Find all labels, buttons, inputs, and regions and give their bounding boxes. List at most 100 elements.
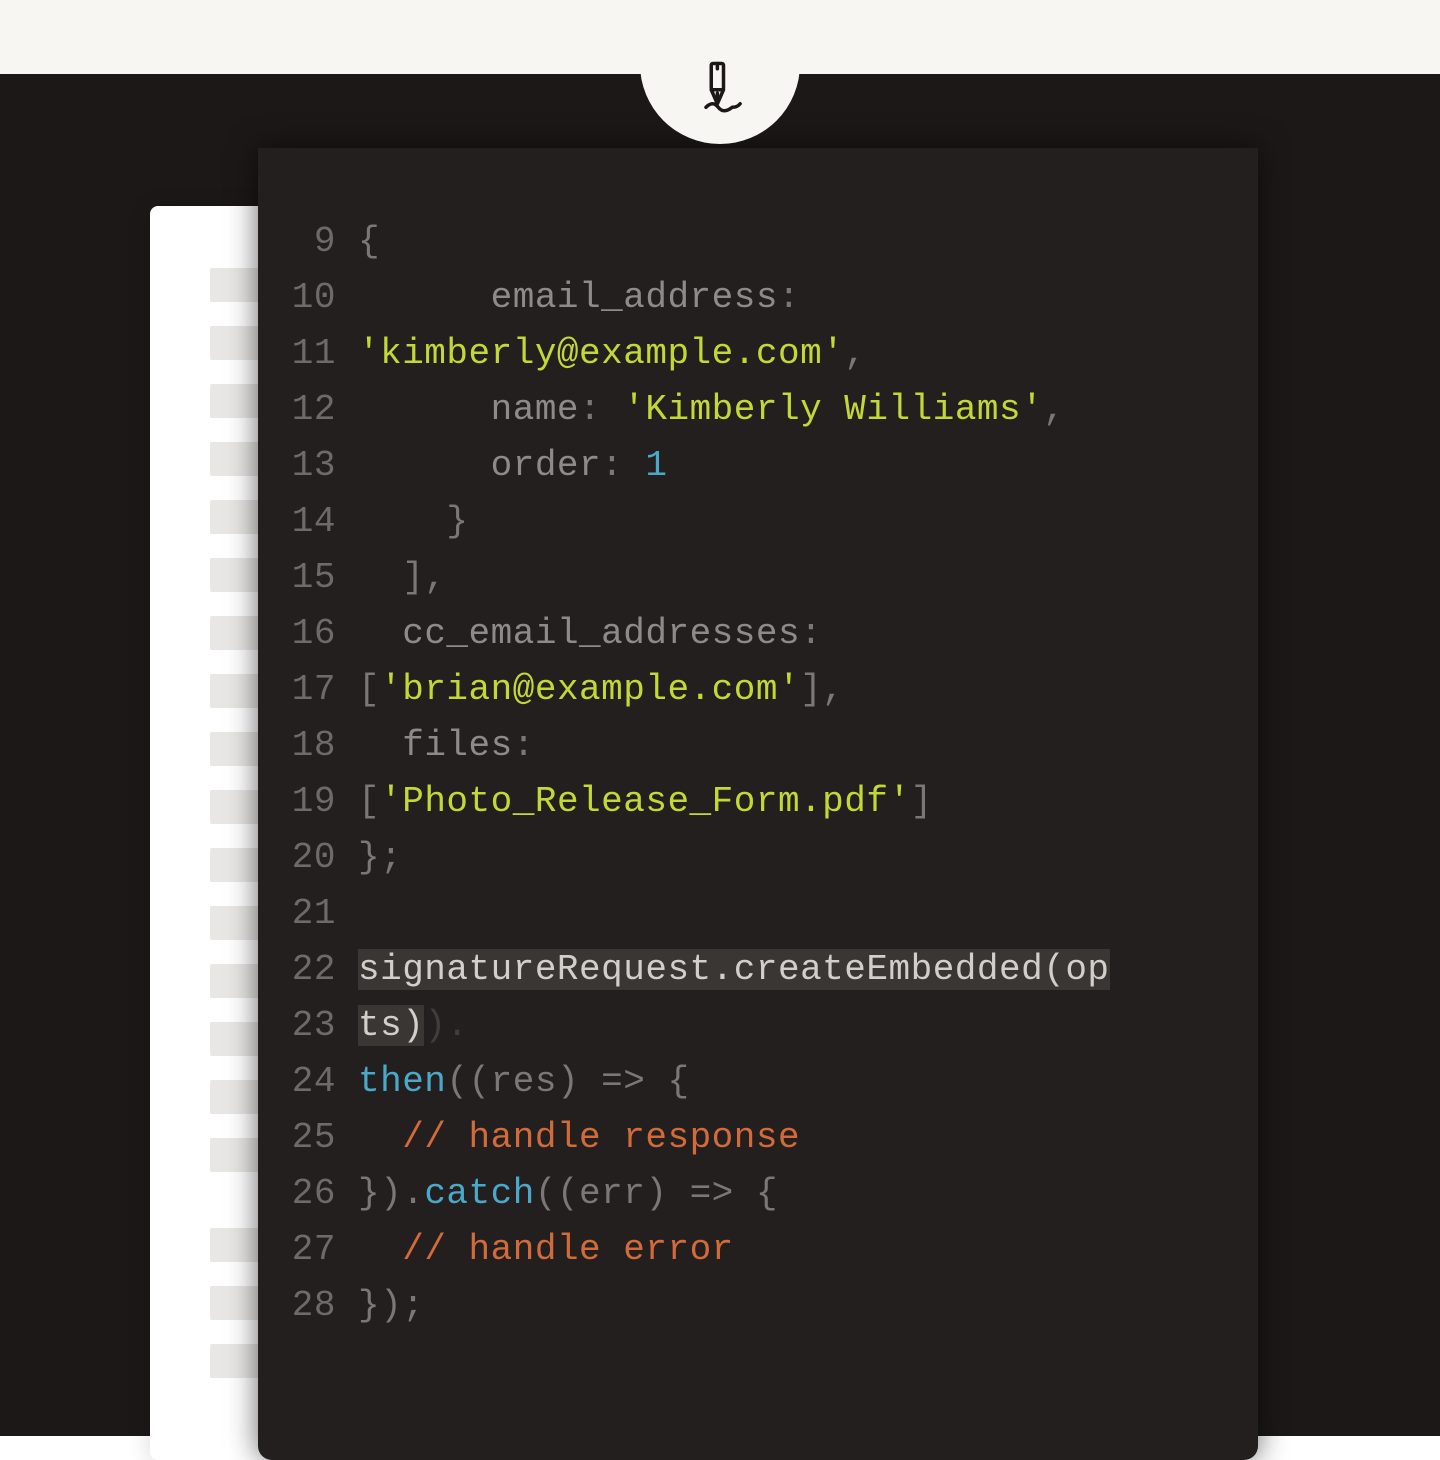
- code-token: catch: [424, 1173, 535, 1214]
- line-number: 10: [258, 270, 358, 326]
- line-number: 16: [258, 606, 358, 662]
- line-number: 26: [258, 1166, 358, 1222]
- code-line[interactable]: 16 cc_email_addresses:: [258, 606, 1258, 662]
- code-line[interactable]: 20};: [258, 830, 1258, 886]
- code-token: [358, 445, 491, 486]
- line-number: 24: [258, 1054, 358, 1110]
- code-token: ,: [1043, 389, 1065, 430]
- code-token: ).: [424, 1005, 468, 1046]
- code-line[interactable]: 22signatureRequest.createEmbedded(op: [258, 942, 1258, 998]
- code-line[interactable]: 13 order: 1: [258, 438, 1258, 494]
- code-token: then: [358, 1061, 446, 1102]
- code-token: email_address: [491, 277, 778, 318]
- code-line[interactable]: 11'kimberly@example.com',: [258, 326, 1258, 382]
- code-token: signatureRequest.createEmbedded(op: [358, 949, 1110, 990]
- line-number: 9: [258, 214, 358, 270]
- code-content[interactable]: // handle response: [358, 1110, 1258, 1166]
- code-line[interactable]: 24then((res) => {: [258, 1054, 1258, 1110]
- code-token: }).: [358, 1173, 424, 1214]
- code-content[interactable]: files:: [358, 718, 1258, 774]
- code-content[interactable]: signatureRequest.createEmbedded(op: [358, 942, 1258, 998]
- code-editor-panel[interactable]: 9{10 email_address: 11'kimberly@example.…: [258, 148, 1258, 1460]
- code-token: :: [601, 445, 645, 486]
- code-token: [358, 277, 491, 318]
- code-line[interactable]: 23ts)).: [258, 998, 1258, 1054]
- line-number: 27: [258, 1222, 358, 1278]
- code-content[interactable]: name: 'Kimberly Williams',: [358, 382, 1258, 438]
- code-content[interactable]: order: 1: [358, 438, 1258, 494]
- code-token: ts): [358, 1005, 424, 1046]
- line-number: 22: [258, 942, 358, 998]
- code-token: files: [402, 725, 513, 766]
- code-token: 'kimberly@example.com': [358, 333, 844, 374]
- code-token: ((res) => {: [446, 1061, 689, 1102]
- code-token: 'brian@example.com': [380, 669, 800, 710]
- code-line[interactable]: 27 // handle error: [258, 1222, 1258, 1278]
- code-token: };: [358, 837, 402, 878]
- code-token: [: [358, 781, 380, 822]
- code-content[interactable]: // handle error: [358, 1222, 1258, 1278]
- code-content[interactable]: cc_email_addresses:: [358, 606, 1258, 662]
- code-line[interactable]: 14 }: [258, 494, 1258, 550]
- code-token: ]: [911, 781, 933, 822]
- code-content[interactable]: ['brian@example.com'],: [358, 662, 1258, 718]
- code-line[interactable]: 26}).catch((err) => {: [258, 1166, 1258, 1222]
- code-line[interactable]: 9{: [258, 214, 1258, 270]
- code-line[interactable]: 12 name: 'Kimberly Williams',: [258, 382, 1258, 438]
- code-line[interactable]: 19['Photo_Release_Form.pdf']: [258, 774, 1258, 830]
- code-token: [358, 389, 491, 430]
- line-number: 15: [258, 550, 358, 606]
- code-token: [358, 725, 402, 766]
- code-token: [358, 1229, 402, 1270]
- code-content[interactable]: {: [358, 214, 1258, 270]
- code-token: :: [800, 613, 822, 654]
- stage-backdrop: 9{10 email_address: 11'kimberly@example.…: [0, 74, 1440, 1436]
- code-token: }: [358, 501, 469, 542]
- code-token: order: [491, 445, 602, 486]
- code-content[interactable]: ts)).: [358, 998, 1258, 1054]
- code-token: ],: [800, 669, 844, 710]
- code-token: {: [358, 221, 380, 262]
- line-number: 13: [258, 438, 358, 494]
- code-token: ],: [358, 557, 446, 598]
- line-number: 11: [258, 326, 358, 382]
- code-line[interactable]: 15 ],: [258, 550, 1258, 606]
- code-content[interactable]: 'kimberly@example.com',: [358, 326, 1258, 382]
- code-token: name: [491, 389, 579, 430]
- code-content[interactable]: }: [358, 494, 1258, 550]
- code-line[interactable]: 10 email_address:: [258, 270, 1258, 326]
- code-token: :: [513, 725, 535, 766]
- line-number: 18: [258, 718, 358, 774]
- code-token: 1: [645, 445, 667, 486]
- code-content[interactable]: };: [358, 830, 1258, 886]
- code-line[interactable]: 21: [258, 886, 1258, 942]
- code-token: // handle error: [402, 1229, 734, 1270]
- code-line[interactable]: 17['brian@example.com'],: [258, 662, 1258, 718]
- line-number: 20: [258, 830, 358, 886]
- code-content[interactable]: });: [358, 1278, 1258, 1334]
- code-content[interactable]: }).catch((err) => {: [358, 1166, 1258, 1222]
- line-number: 17: [258, 662, 358, 718]
- line-number: 19: [258, 774, 358, 830]
- code-token: :: [778, 277, 800, 318]
- code-token: ((err) => {: [535, 1173, 778, 1214]
- code-token: [358, 613, 402, 654]
- code-content[interactable]: then((res) => {: [358, 1054, 1258, 1110]
- code-line[interactable]: 25 // handle response: [258, 1110, 1258, 1166]
- code-token: // handle response: [402, 1117, 800, 1158]
- code-content[interactable]: ],: [358, 550, 1258, 606]
- code-token: cc_email_addresses: [402, 613, 800, 654]
- line-number: 12: [258, 382, 358, 438]
- code-token: 'Photo_Release_Form.pdf': [380, 781, 910, 822]
- code-area[interactable]: 9{10 email_address: 11'kimberly@example.…: [258, 214, 1258, 1334]
- code-content[interactable]: email_address:: [358, 270, 1258, 326]
- code-line[interactable]: 28});: [258, 1278, 1258, 1334]
- line-number: 21: [258, 886, 358, 942]
- code-line[interactable]: 18 files:: [258, 718, 1258, 774]
- code-token: [358, 1117, 402, 1158]
- code-token: [: [358, 669, 380, 710]
- pen-signature-icon: [692, 60, 748, 121]
- line-number: 14: [258, 494, 358, 550]
- code-content[interactable]: ['Photo_Release_Form.pdf']: [358, 774, 1258, 830]
- code-token: 'Kimberly Williams': [623, 389, 1043, 430]
